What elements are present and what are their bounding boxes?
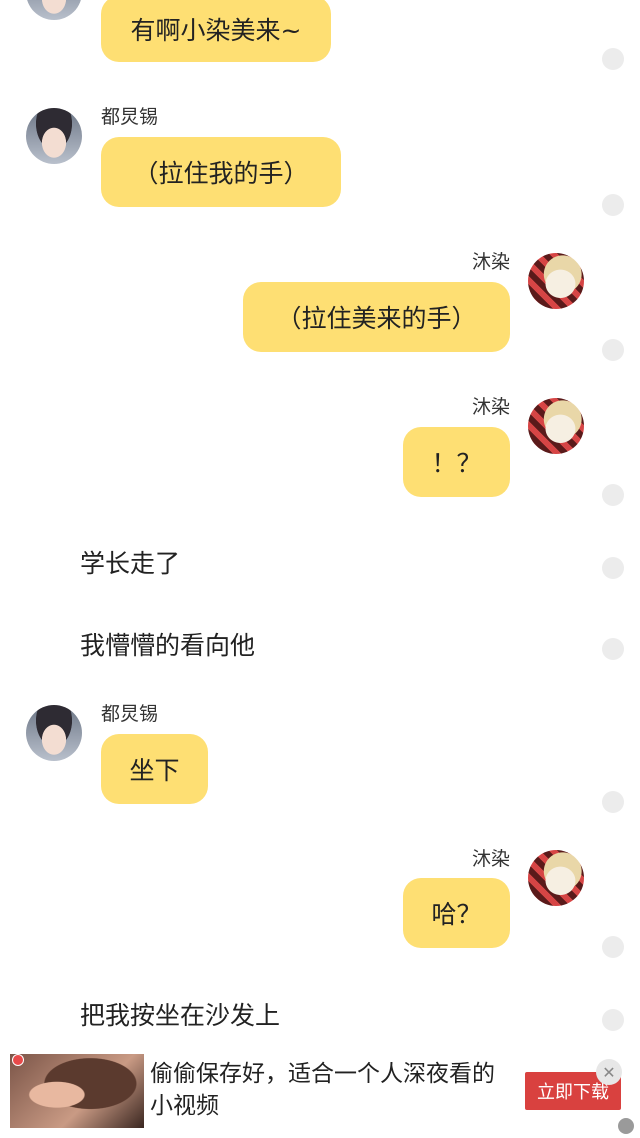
message-bubble: 哈？ <box>403 878 510 948</box>
ad-thumbnail[interactable] <box>10 1054 144 1128</box>
message-text: 哈？ <box>431 900 482 929</box>
sender-name: 沐染 <box>471 848 510 870</box>
avatar-dulingxi[interactable] <box>26 108 82 164</box>
status-dot <box>602 1009 624 1031</box>
close-icon[interactable]: ✕ <box>596 1059 622 1085</box>
avatar-muran[interactable] <box>528 253 584 309</box>
sender-name: 沐染 <box>471 251 510 273</box>
ad-marker-icon <box>12 1054 24 1066</box>
sender-name: 都炅锡 <box>101 106 159 128</box>
status-dot <box>602 194 624 216</box>
message-bubble: 有啊小染美来~ <box>101 0 331 62</box>
message-text: 有啊小染美来~ <box>130 16 302 45</box>
message-text: ！？ <box>431 449 482 478</box>
message-text: （拉住我的手） <box>133 159 309 188</box>
message-bubble: （拉住我的手） <box>101 137 341 207</box>
message-bubble: ！？ <box>403 427 510 497</box>
narration-text: 把我按坐在沙发上 <box>80 1001 281 1030</box>
avatar-dulingxi[interactable] <box>26 705 82 761</box>
status-dot <box>602 48 624 70</box>
avatar-dulingxi[interactable] <box>26 0 82 20</box>
sender-name: 沐染 <box>471 396 510 418</box>
sender-name: 都炅锡 <box>101 703 159 725</box>
floating-menu-icon[interactable] <box>618 1118 634 1134</box>
avatar-muran[interactable] <box>528 398 584 454</box>
message-bubble: 坐下 <box>101 734 208 804</box>
message-text: 坐下 <box>129 756 180 785</box>
narration-text: 学长走了 <box>80 549 181 578</box>
message-text: （拉住美来的手） <box>276 304 477 333</box>
status-dot <box>602 339 624 361</box>
status-dot <box>602 791 624 813</box>
status-dot <box>602 557 624 579</box>
message-bubble: （拉住美来的手） <box>243 282 510 352</box>
narration-text: 我懵懵的看向他 <box>80 631 256 660</box>
status-dot <box>602 936 624 958</box>
avatar-muran[interactable] <box>528 850 584 906</box>
ad-title[interactable]: 偷偷保存好，适合一个人深夜看的小视频 <box>150 1058 500 1122</box>
status-dot <box>602 638 624 660</box>
status-dot <box>602 484 624 506</box>
ad-banner[interactable]: 偷偷保存好，适合一个人深夜看的小视频 立即下载 ✕ <box>0 1048 640 1138</box>
